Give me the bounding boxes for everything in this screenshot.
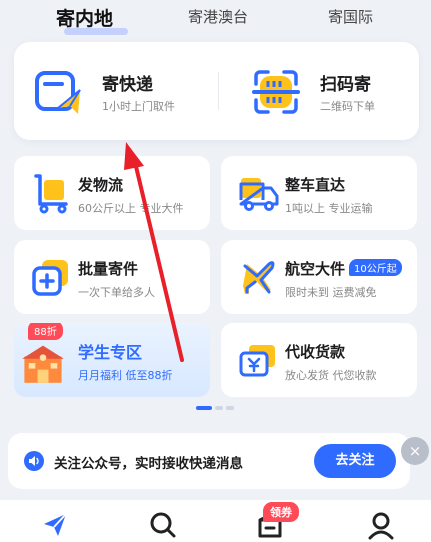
service-subtitle: 放心发货 代您收款: [285, 369, 377, 382]
yuan-card-icon: [239, 345, 275, 377]
service-student-zone[interactable]: 88折 学生专区 月月福利 低至88折: [14, 323, 210, 397]
send-express-subtitle: 1小时上门取件: [102, 100, 175, 113]
scan-to-send-button[interactable]: 扫码寄 二维码下单: [220, 42, 420, 140]
coupon-badge[interactable]: 领券: [263, 502, 299, 522]
service-title: 学生专区: [78, 343, 143, 362]
batch-plus-icon: [32, 260, 68, 296]
tab-international[interactable]: 寄国际: [328, 6, 373, 27]
search-icon[interactable]: [148, 510, 178, 540]
min-weight-tag: 10公斤起: [349, 259, 402, 276]
send-box-icon: [35, 71, 81, 114]
send-express-button[interactable]: 寄快递 1小时上门取件: [14, 42, 214, 140]
service-title: 发物流: [78, 176, 124, 194]
service-batch-send[interactable]: 批量寄件 一次下单给多人: [14, 240, 210, 314]
service-subtitle: 60公斤以上 专业大件: [78, 202, 184, 215]
truck-icon: [239, 178, 279, 211]
service-air-large-cargo[interactable]: 航空大件 10公斤起 限时未到 运费减免: [221, 240, 417, 314]
page-dot: [215, 406, 223, 410]
scan-to-send-subtitle: 二维码下单: [320, 100, 375, 113]
scan-to-send-title: 扫码寄: [320, 75, 371, 95]
service-title: 航空大件: [285, 260, 346, 278]
primary-actions-card: 寄快递 1小时上门取件 扫码寄 二维码下单: [14, 42, 419, 140]
speaker-icon: [24, 451, 44, 471]
service-subtitle: 限时未到 运费减免: [285, 286, 377, 299]
follow-button[interactable]: 去关注: [314, 444, 396, 478]
send-plane-icon[interactable]: [40, 510, 70, 540]
scan-qr-icon: [252, 70, 300, 114]
follow-account-banner: 关注公众号，实时接收快递消息 去关注: [8, 433, 410, 489]
school-icon: [22, 345, 64, 383]
bottom-nav: [0, 500, 431, 542]
service-title: 整车直达: [285, 176, 346, 194]
cart-box-icon: [34, 174, 68, 214]
service-cash-on-delivery[interactable]: 代收货款 放心发货 代您收款: [221, 323, 417, 397]
banner-text: 关注公众号，实时接收快递消息: [54, 456, 243, 472]
page-dot-active: [196, 406, 212, 410]
region-tabs: 寄内地 寄港澳台 寄国际: [0, 0, 431, 38]
service-subtitle: 1吨以上 专业运输: [285, 202, 373, 215]
service-title: 批量寄件: [78, 260, 139, 278]
profile-icon[interactable]: [366, 510, 396, 540]
page-indicator: [196, 406, 237, 425]
service-full-truckload[interactable]: 整车直达 1吨以上 专业运输: [221, 156, 417, 230]
service-subtitle: 月月福利 低至88折: [78, 369, 173, 382]
service-title: 代收货款: [285, 343, 346, 361]
close-banner-button[interactable]: ×: [401, 437, 429, 465]
airplane-icon: [243, 261, 275, 294]
page-dot: [226, 406, 234, 410]
tab-domestic[interactable]: 寄内地: [56, 4, 113, 31]
hero-divider: [218, 72, 219, 110]
service-subtitle: 一次下单给多人: [78, 286, 155, 299]
discount-badge: 88折: [28, 323, 63, 340]
tab-hk-macau-taiwan[interactable]: 寄港澳台: [188, 6, 248, 27]
service-freight-logistics[interactable]: 发物流 60公斤以上 专业大件: [14, 156, 210, 230]
send-express-title: 寄快递: [102, 75, 153, 95]
